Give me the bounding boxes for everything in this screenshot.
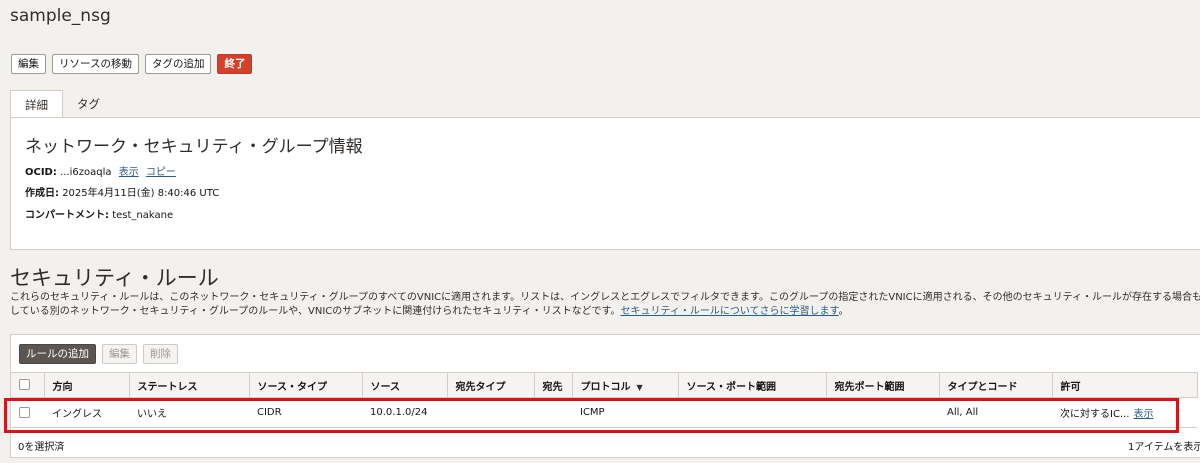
add-rule-button[interactable]: ルールの追加 — [19, 344, 96, 364]
details-heading: ネットワーク・セキュリティ・グループ情報 — [25, 137, 363, 157]
security-rules-panel: ルールの追加 編集 削除 方向 ステートレス ソース・タイプ ソース 宛先タイプ… — [10, 334, 1200, 458]
show-ocid-link[interactable]: 表示 — [119, 167, 139, 178]
created-row: 作成日: 2025年4月11日(金) 8:40:46 UTC — [25, 184, 219, 199]
move-resource-button[interactable]: リソースの移動 — [52, 54, 139, 74]
created-value: 2025年4月11日(金) 8:40:46 UTC — [62, 188, 220, 199]
compartment-value: test_nakane — [112, 210, 174, 221]
edit-button[interactable]: 編集 — [11, 54, 46, 74]
action-bar: 編集 リソースの移動 タグの追加 終了 — [11, 54, 253, 74]
learn-more-link[interactable]: セキュリティ・ルールについてさらに学習します — [620, 306, 838, 317]
compartment-row: コンパートメント: test_nakane — [25, 206, 173, 221]
ocid-row: OCID: ...i6zoaqla 表示 コピー — [25, 163, 176, 178]
description-line-1: これらのセキュリティ・ルールは、このネットワーク・セキュリティ・グループのすべて… — [10, 292, 1200, 303]
add-tags-button[interactable]: タグの追加 — [144, 54, 212, 74]
column-header-type-code[interactable]: タイプとコード — [939, 372, 1053, 398]
copy-ocid-link[interactable]: コピー — [146, 167, 176, 178]
column-header-protocol[interactable]: プロトコル ▼ — [572, 372, 679, 398]
edit-rule-button[interactable]: 編集 — [102, 344, 137, 364]
table-header-row: 方向 ステートレス ソース・タイプ ソース 宛先タイプ 宛先 プロトコル ▼ ソー… — [11, 372, 1198, 398]
ocid-label: OCID: — [25, 167, 57, 178]
created-label: 作成日: — [25, 188, 59, 199]
select-all-checkbox[interactable] — [19, 379, 30, 391]
terminate-button[interactable]: 終了 — [217, 54, 253, 74]
description-line-2: している別のネットワーク・セキュリティ・グループのルールや、VNICのサブネット… — [10, 305, 1200, 319]
protocol-header-label: プロトコル — [580, 381, 631, 393]
highlight-box — [4, 398, 1179, 433]
ocid-value: ...i6zoaqla — [60, 167, 112, 178]
security-rules-title: セキュリティ・ルール — [10, 266, 219, 290]
column-header-allows[interactable]: 許可 — [1052, 372, 1198, 398]
column-header-dest-type[interactable]: 宛先タイプ — [447, 372, 535, 398]
column-header-source-port[interactable]: ソース・ポート範囲 — [678, 372, 827, 398]
description-text-2: している別のネットワーク・セキュリティ・グループのルールや、VNICのサブネット… — [10, 306, 621, 317]
column-header-dest[interactable]: 宛先 — [534, 372, 573, 398]
column-header-dest-port[interactable]: 宛先ポート範囲 — [826, 372, 940, 398]
page-title: sample_nsg — [10, 6, 111, 26]
description-period: 。 — [838, 306, 849, 317]
details-panel: ネットワーク・セキュリティ・グループ情報 OCID: ...i6zoaqla 表… — [10, 117, 1200, 250]
tab-tags[interactable]: タグ — [63, 90, 114, 118]
select-all-header — [11, 372, 45, 398]
selected-count: 0を選択済 — [18, 442, 65, 453]
column-header-source[interactable]: ソース — [362, 372, 448, 398]
column-header-source-type[interactable]: ソース・タイプ — [249, 372, 363, 398]
security-rules-description: これらのセキュリティ・ルールは、このネットワーク・セキュリティ・グループのすべて… — [10, 291, 1200, 319]
column-header-direction[interactable]: 方向 — [44, 372, 130, 398]
delete-rule-button[interactable]: 削除 — [143, 344, 178, 364]
sort-down-icon[interactable]: ▼ — [637, 383, 643, 392]
compartment-label: コンパートメント: — [25, 210, 109, 221]
tab-bar: 詳細 タグ — [10, 90, 114, 118]
tab-details[interactable]: 詳細 — [10, 90, 63, 118]
rules-toolbar: ルールの追加 編集 削除 — [19, 344, 178, 364]
column-header-stateless[interactable]: ステートレス — [129, 372, 250, 398]
items-shown: 1アイテムを表示 — [1128, 442, 1200, 453]
